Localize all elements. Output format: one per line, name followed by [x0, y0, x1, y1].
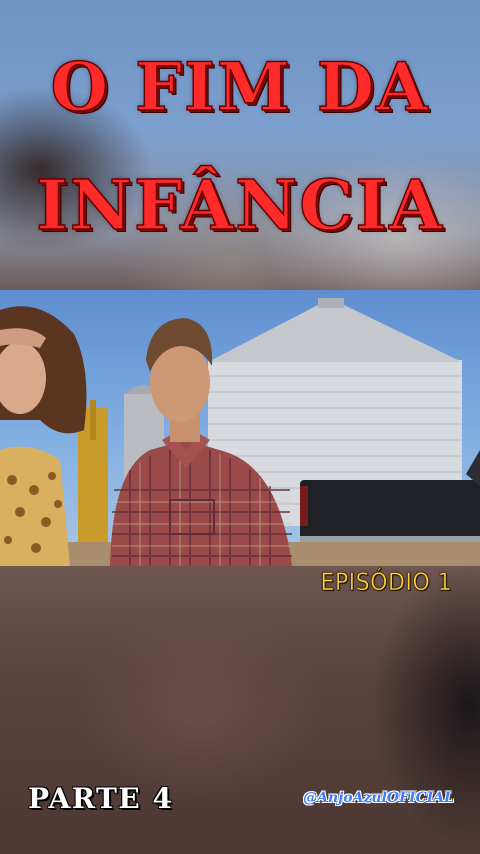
channel-handle[interactable]: @AnjoAzulOFICIAL	[303, 790, 454, 806]
truck	[300, 480, 480, 542]
top-blurred-band: O FIM DA INFÂNCIA	[0, 0, 480, 290]
episode-label: EPISÓDIO 1	[320, 568, 452, 597]
video-frame[interactable]	[0, 290, 480, 566]
big-silo-roof	[208, 304, 462, 362]
video-scene	[0, 298, 480, 566]
part-label: PARTE 4	[28, 782, 174, 815]
title-line-2: INFÂNCIA	[35, 165, 444, 247]
title-line-1: O FIM DA	[50, 47, 430, 127]
